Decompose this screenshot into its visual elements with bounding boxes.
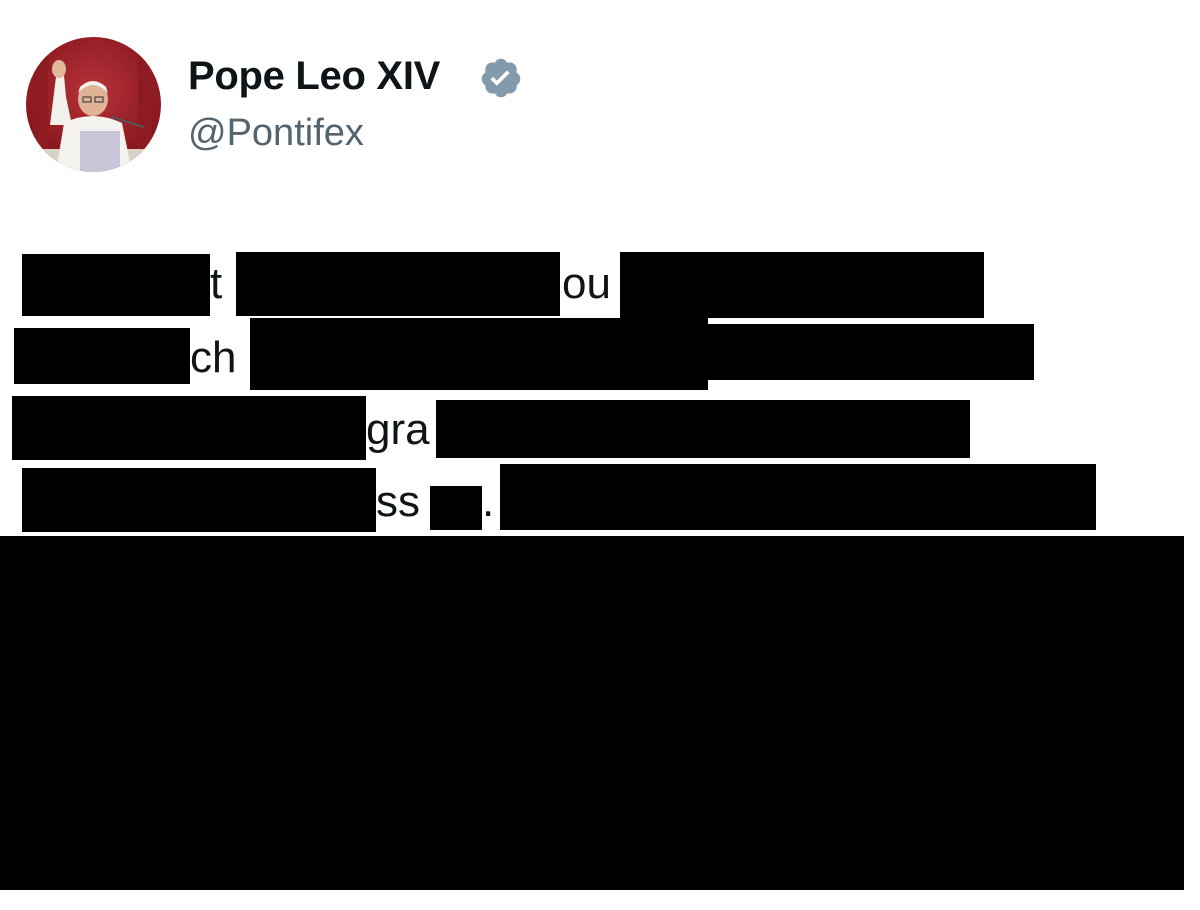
redaction-block [250, 318, 708, 390]
redaction-block [436, 400, 970, 458]
verified-badge-icon [481, 58, 521, 98]
tweet-screenshot: Pope Leo XIV @Pontifex t ou ch gra ss . [0, 0, 1200, 910]
tweet-text-fragment: . [482, 477, 495, 526]
redaction-block [430, 486, 482, 530]
redaction-block [22, 468, 376, 532]
tweet-text-fragment: ss [376, 477, 420, 526]
redaction-block [700, 324, 1034, 380]
redaction-block [12, 396, 366, 460]
tweet-text-fragment: gra [366, 405, 430, 454]
tweet-text-fragment: t [210, 259, 223, 308]
tweet-text-fragment: ch [190, 333, 237, 382]
profile-avatar[interactable] [26, 37, 161, 172]
redaction-block [500, 464, 1096, 530]
avatar-photo-icon [26, 37, 161, 172]
redaction-block [22, 254, 210, 316]
author-display-name[interactable]: Pope Leo XIV [188, 54, 440, 99]
tweet-text-fragment: ou [562, 259, 611, 308]
redaction-block [620, 252, 984, 318]
redaction-block [236, 252, 560, 316]
author-handle[interactable]: @Pontifex [188, 112, 364, 155]
redaction-block-large [0, 536, 1184, 890]
redaction-block [14, 328, 190, 384]
